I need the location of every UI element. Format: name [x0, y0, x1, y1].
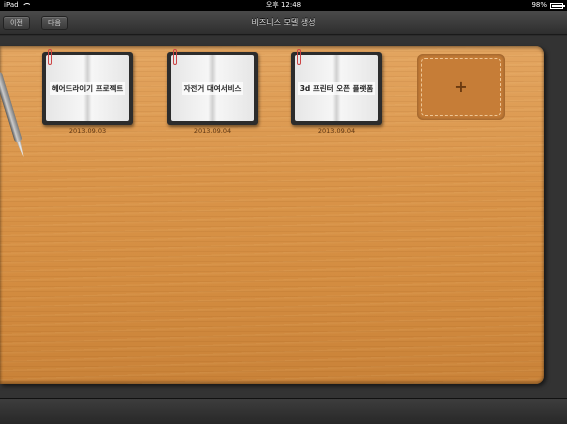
status-time: 오후 12:48	[265, 1, 302, 9]
notebook-title: 헤어드라이기 프로젝트	[49, 81, 126, 95]
notebook-date: 2013.09.04	[193, 127, 232, 135]
page-title: 비즈니스 모델 생성	[251, 18, 316, 27]
battery-percent: 98%	[531, 1, 547, 9]
notebook-item[interactable]: 헤어드라이기 프로젝트	[42, 49, 133, 125]
notebook-date: 2013.09.03	[68, 127, 107, 135]
bookmark-icon	[48, 49, 52, 65]
status-right: 98%	[531, 0, 565, 11]
plus-icon: +	[454, 77, 468, 96]
notebook-pages: 3d 프린터 오픈 플랫폼	[295, 55, 378, 121]
bookmark-icon	[297, 49, 301, 65]
notebook-item[interactable]: 3d 프린터 오픈 플랫폼	[291, 49, 382, 125]
notebook-item[interactable]: 자전거 대여서비스	[167, 49, 258, 125]
status-bar: iPad 오후 12:48 98%	[0, 0, 567, 11]
notebook-date: 2013.09.04	[317, 127, 356, 135]
bottom-toolbar	[0, 398, 567, 424]
navigation-bar: 이전 다음 비즈니스 모델 생성	[0, 11, 567, 35]
notebook-title: 자전거 대여서비스	[181, 81, 244, 95]
add-button-inner: +	[421, 58, 501, 116]
notebook-title: 3d 프린터 오픈 플랫폼	[297, 81, 376, 95]
bookmark-icon	[173, 49, 177, 65]
notebook-pages: 자전거 대여서비스	[171, 55, 254, 121]
notebook-pages: 헤어드라이기 프로젝트	[46, 55, 129, 121]
battery-icon	[550, 2, 565, 9]
add-notebook-button[interactable]: +	[417, 54, 505, 120]
